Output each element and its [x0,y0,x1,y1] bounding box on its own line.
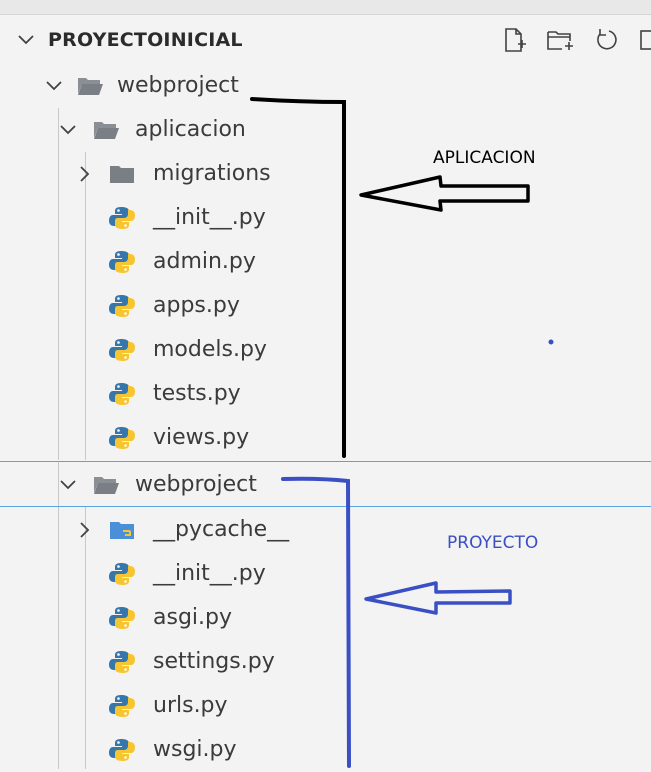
project-arrow [364,581,512,615]
app-bracket [250,97,346,458]
annotation-project-label: PROYECTO [447,533,539,553]
project-bracket [281,476,351,768]
stray-dot [548,339,554,345]
annotation-layer [250,97,554,768]
app-arrow [359,175,530,212]
annotation-app-label: APLICACION [433,148,536,168]
